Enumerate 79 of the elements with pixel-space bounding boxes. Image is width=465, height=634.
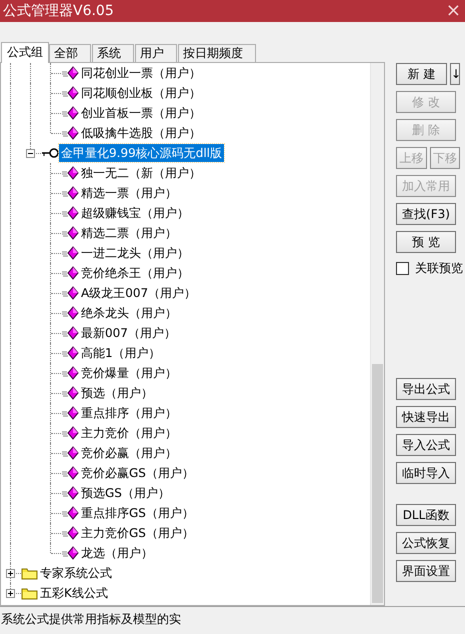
tree-item[interactable]: 竞价爆量（用户）	[79, 364, 179, 382]
diamond-icon	[61, 286, 79, 300]
scrollbar[interactable]	[370, 63, 384, 605]
checkbox[interactable]	[396, 262, 409, 274]
tree-item[interactable]: 一进二龙头（用户）	[79, 244, 191, 262]
action-button[interactable]: 导出公式	[396, 378, 456, 400]
tab[interactable]: 系统	[92, 44, 134, 62]
diamond-icon	[61, 526, 79, 540]
tab[interactable]: 全部	[49, 44, 91, 62]
action-button[interactable]: 新 建	[396, 63, 447, 85]
collapse-icon[interactable]	[26, 149, 35, 158]
diamond-icon	[61, 266, 79, 280]
tree-item[interactable]: 龙选（用户）	[79, 544, 155, 562]
diamond-icon	[61, 106, 79, 120]
diamond-icon	[61, 366, 79, 380]
expand-icon[interactable]	[6, 569, 15, 578]
diamond-icon	[61, 186, 79, 200]
diamond-icon	[61, 306, 79, 320]
diamond-icon	[61, 166, 79, 180]
tree-item[interactable]: A级龙王007（用户）	[79, 284, 198, 302]
checkbox-label: 关联预览	[415, 260, 463, 277]
tree-item[interactable]: 金甲量化9.99核心源码无dll版	[59, 144, 224, 162]
action-button[interactable]: 临时导入	[396, 462, 456, 484]
expand-icon[interactable]	[6, 589, 15, 598]
action-button[interactable]: 界面设置	[396, 560, 456, 582]
diamond-icon	[61, 406, 79, 420]
close-button[interactable]: ×	[446, 2, 461, 20]
tree-item[interactable]: 最新007（用户）	[79, 324, 178, 342]
status-text: 系统公式提供常用指标及模型的实	[0, 610, 181, 628]
diamond-icon	[61, 506, 79, 520]
tree-item[interactable]: 预选（用户）	[79, 384, 155, 402]
tree-item[interactable]: 创业首板一票（用户）	[79, 104, 203, 122]
tree-item[interactable]: 低吸擒牛选股（用户）	[79, 124, 203, 142]
diamond-icon	[61, 446, 79, 460]
tree-item[interactable]: 预选GS（用户）	[79, 484, 172, 502]
tree-item[interactable]: 绝杀龙头（用户）	[79, 304, 179, 322]
tree-item[interactable]: 竞价绝杀王（用户）	[79, 264, 191, 282]
diamond-icon	[61, 206, 79, 220]
tab[interactable]: 按日期频度	[178, 44, 256, 62]
tree-item[interactable]: 精选二票（用户）	[79, 224, 179, 242]
tree-item[interactable]: 精选一票（用户）	[79, 184, 179, 202]
action-button[interactable]: 导入公式	[396, 434, 456, 456]
diamond-icon	[61, 126, 79, 140]
window-title: 公式管理器V6.05	[3, 2, 114, 20]
diamond-icon	[61, 426, 79, 440]
tree-item[interactable]: 重点排序GS（用户）	[79, 504, 196, 522]
diamond-icon	[61, 346, 79, 360]
folder-icon	[21, 586, 38, 600]
action-button[interactable]: 预 览	[396, 231, 456, 253]
diamond-icon	[61, 546, 79, 560]
tree-item[interactable]: 五彩K线公式	[38, 584, 110, 602]
tree-item[interactable]: 高能1（用户）	[79, 344, 163, 362]
diamond-icon	[61, 486, 79, 500]
key-icon	[41, 147, 59, 159]
diamond-icon	[61, 226, 79, 240]
action-button[interactable]: DLL函数	[396, 504, 456, 526]
tree-item[interactable]: 主力竞价（用户）	[79, 424, 179, 442]
diamond-icon	[61, 466, 79, 480]
diamond-icon	[61, 386, 79, 400]
action-button[interactable]: 快速导出	[396, 406, 456, 428]
diamond-icon	[61, 246, 79, 260]
folder-icon	[21, 566, 38, 580]
action-button[interactable]: 查找(F3)	[396, 203, 456, 225]
tree-item[interactable]: 主力竞价GS（用户）	[79, 524, 196, 542]
tree-item[interactable]: 同花顺创业板（用户）	[79, 84, 203, 102]
tree-item[interactable]: 竞价必赢（用户）	[79, 444, 179, 462]
tree-item[interactable]: 专家系统公式	[38, 564, 114, 582]
action-button[interactable]: ↓	[450, 63, 460, 85]
tree-item[interactable]: 竞价必赢GS（用户）	[79, 464, 196, 482]
tab[interactable]: 用户	[135, 44, 177, 62]
action-button[interactable]: 公式恢复	[396, 532, 456, 554]
tree-item[interactable]: 重点排序（用户）	[79, 404, 179, 422]
diamond-icon	[61, 86, 79, 100]
tree-item[interactable]: 超级赚钱宝（用户）	[79, 204, 191, 222]
tab[interactable]: 公式组	[1, 42, 49, 63]
diamond-icon	[61, 66, 79, 80]
tree-item[interactable]: 独一无二（新（用户）	[79, 164, 203, 182]
tree-item[interactable]: 同花创业一票（用户）	[79, 64, 203, 82]
diamond-icon	[61, 326, 79, 340]
